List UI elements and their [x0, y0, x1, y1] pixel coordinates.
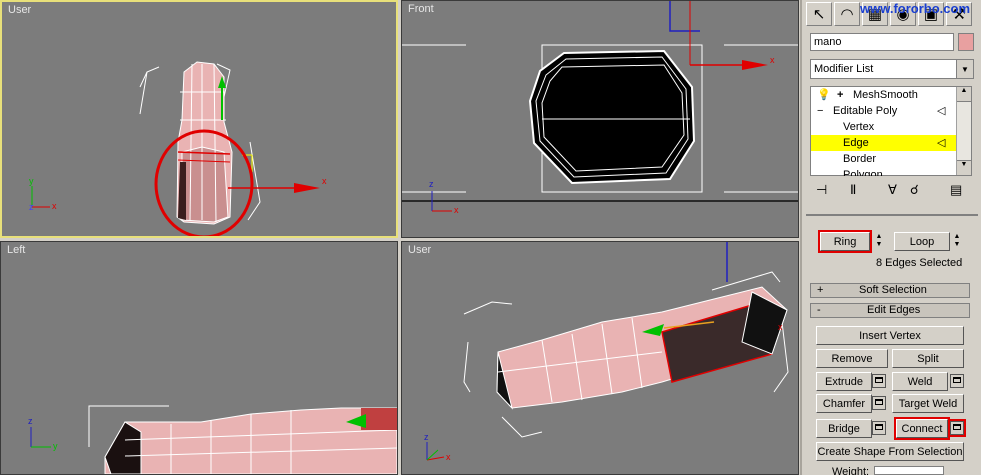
- stack-item-vertex[interactable]: Vertex: [811, 119, 957, 135]
- create-tab-icon[interactable]: ↖: [806, 2, 832, 26]
- viewport-user-top-scene: x y x z: [29, 61, 327, 236]
- viewport-front[interactable]: Front x z x: [401, 0, 799, 238]
- stack-item-editable-poly[interactable]: − Editable Poly ◁: [811, 103, 957, 119]
- stack-item-edge[interactable]: Edge ◁: [811, 135, 957, 151]
- chevron-down-icon[interactable]: ▼: [956, 60, 973, 78]
- bridge-settings-icon[interactable]: [872, 421, 886, 435]
- viewport-front-scene: x z x: [402, 1, 798, 215]
- viewport-user-bottom-scene: x z x: [424, 242, 789, 462]
- extrude-settings-icon[interactable]: [872, 374, 886, 388]
- viewport-left-scene: z y: [28, 405, 397, 474]
- viewport-user-bottom[interactable]: User x z x: [401, 241, 799, 475]
- weight-label: Weight:: [832, 466, 870, 475]
- svg-text:z: z: [429, 179, 434, 189]
- create-shape-button[interactable]: Create Shape From Selection: [816, 442, 964, 461]
- expand-icon[interactable]: +: [837, 87, 843, 103]
- pin-triangle-icon: ◁: [937, 105, 946, 117]
- weld-settings-icon[interactable]: [950, 374, 964, 388]
- weld-button[interactable]: Weld: [892, 372, 948, 391]
- svg-text:y: y: [29, 176, 34, 186]
- remove-button[interactable]: Remove: [816, 349, 888, 368]
- svg-text:y: y: [53, 441, 58, 451]
- svg-text:x: x: [770, 55, 775, 65]
- stack-item-polygon[interactable]: Polygon: [811, 167, 957, 176]
- object-color-swatch[interactable]: [958, 33, 974, 51]
- target-weld-button[interactable]: Target Weld: [892, 394, 964, 413]
- viewport-user-top[interactable]: User x y x z: [0, 0, 398, 238]
- bridge-button[interactable]: Bridge: [816, 419, 872, 438]
- soft-selection-rollout[interactable]: + Soft Selection: [810, 283, 970, 298]
- svg-text:x: x: [454, 205, 459, 215]
- command-panel: ↖ ◠ ▦ ◉ ▣ ⚒ www.fororbo.com Modifier Lis…: [800, 0, 981, 475]
- ring-spinner[interactable]: ▲ ▼: [874, 233, 884, 250]
- remove-modifier-icon[interactable]: ☌: [910, 182, 919, 198]
- modifier-list-dropdown[interactable]: Modifier List ▼: [810, 59, 974, 79]
- show-end-result-icon[interactable]: Ⅱ: [850, 182, 856, 198]
- chamfer-settings-icon[interactable]: [872, 396, 886, 410]
- watermark: www.fororbo.com: [860, 1, 971, 16]
- connect-button[interactable]: Connect: [894, 417, 950, 440]
- stack-scrollbar[interactable]: ▲ ▼: [956, 87, 971, 175]
- selection-status: 8 Edges Selected: [876, 257, 963, 269]
- object-name-input[interactable]: [810, 33, 954, 51]
- svg-text:z: z: [424, 432, 429, 442]
- stack-item-border[interactable]: Border: [811, 151, 957, 167]
- loop-button[interactable]: Loop: [894, 232, 950, 251]
- modifier-stack[interactable]: 💡 + MeshSmooth − Editable Poly ◁ Vertex …: [810, 86, 972, 176]
- edit-edges-rollout[interactable]: - Edit Edges: [810, 303, 970, 318]
- stack-item-meshsmooth[interactable]: 💡 + MeshSmooth: [811, 87, 957, 103]
- svg-text:z: z: [28, 416, 33, 426]
- modify-tab-icon[interactable]: ◠: [834, 2, 860, 26]
- weight-input[interactable]: [874, 466, 944, 475]
- svg-text:z: z: [29, 202, 34, 212]
- svg-text:x: x: [52, 201, 57, 211]
- viewport-left[interactable]: Left z y: [0, 241, 398, 475]
- svg-text:x: x: [446, 452, 451, 462]
- split-button[interactable]: Split: [892, 349, 964, 368]
- chamfer-button[interactable]: Chamfer: [816, 394, 872, 413]
- modifier-list-label: Modifier List: [814, 63, 874, 75]
- extrude-button[interactable]: Extrude: [816, 372, 872, 391]
- ring-button[interactable]: Ring: [818, 230, 872, 253]
- svg-text:x: x: [778, 322, 783, 332]
- gizmo-x-label: x: [322, 176, 327, 186]
- loop-spinner[interactable]: ▲ ▼: [952, 233, 962, 250]
- lightbulb-icon[interactable]: 💡: [817, 87, 831, 103]
- collapse-icon[interactable]: −: [817, 103, 823, 119]
- stack-toolbar: ⊣ Ⅱ ∀ ☌ ▤: [810, 182, 974, 202]
- configure-sets-icon[interactable]: ▤: [950, 182, 962, 198]
- insert-vertex-button[interactable]: Insert Vertex: [816, 326, 964, 345]
- pin-stack-icon[interactable]: ⊣: [816, 182, 827, 198]
- connect-settings-icon[interactable]: [948, 419, 966, 437]
- make-unique-icon[interactable]: ∀: [888, 182, 897, 198]
- pin-triangle-icon: ◁: [937, 137, 946, 149]
